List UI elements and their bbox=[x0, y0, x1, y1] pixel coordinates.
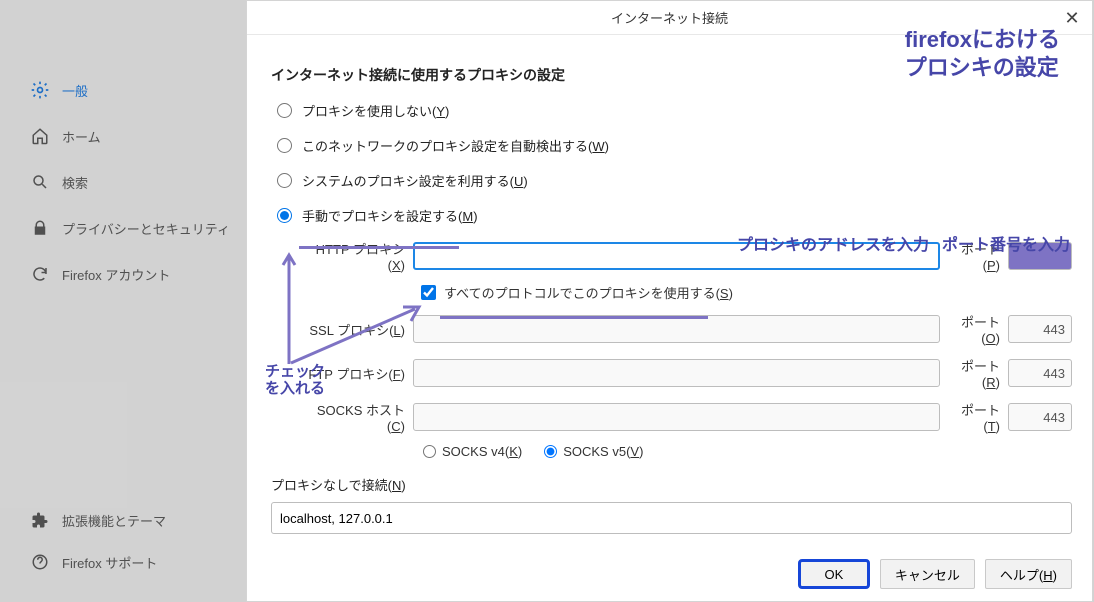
proxy-radio-group: プロキシを使用しない(Y) このネットワークのプロキシ設定を自動検出する(W) … bbox=[277, 101, 1072, 225]
lock-icon bbox=[30, 218, 50, 238]
sidebar-label: 検索 bbox=[62, 173, 88, 192]
radio-label: プロキシを使用しない(Y) bbox=[302, 101, 449, 120]
radio-system[interactable]: システムのプロキシ設定を利用する(U) bbox=[277, 171, 1072, 190]
sidebar-item-privacy[interactable]: プライバシーとセキュリティ bbox=[30, 218, 235, 238]
radio-label: 手動でプロキシを設定する(M) bbox=[302, 206, 478, 225]
http-port-input[interactable] bbox=[1008, 242, 1072, 270]
ssl-proxy-label: SSL プロキシ(L) bbox=[305, 320, 405, 339]
sidebar-item-general[interactable]: 一般 bbox=[30, 80, 235, 100]
radio-socks4[interactable]: SOCKS v4(K) bbox=[423, 444, 522, 459]
socks-host-row: SOCKS ホスト(C) ポート(T) bbox=[305, 400, 1072, 434]
ftp-proxy-row: FTP プロキシ(F) ポート(R) bbox=[305, 356, 1072, 390]
port-label: ポート(P) bbox=[948, 239, 1000, 273]
close-icon: ✕ bbox=[1064, 8, 1079, 29]
socks4-input[interactable] bbox=[423, 445, 436, 458]
sidebar-item-support[interactable]: Firefox サポート bbox=[30, 552, 235, 572]
help-button[interactable]: ヘルプ(H) bbox=[985, 559, 1072, 589]
radio-label: このネットワークのプロキシ設定を自動検出する(W) bbox=[302, 136, 609, 155]
ftp-port-input[interactable] bbox=[1008, 359, 1072, 387]
socks5-label: SOCKS v5(V) bbox=[563, 444, 643, 459]
ssl-proxy-input[interactable] bbox=[413, 315, 940, 343]
sidebar-label: 拡張機能とテーマ bbox=[62, 511, 166, 530]
dialog-titlebar: インターネット接続 ✕ bbox=[247, 1, 1092, 35]
ftp-proxy-label: FTP プロキシ(F) bbox=[305, 364, 405, 383]
radio-socks5[interactable]: SOCKS v5(V) bbox=[544, 444, 643, 459]
http-proxy-label: HTTP プロキシ(X) bbox=[305, 239, 405, 273]
dialog-title: インターネット接続 bbox=[611, 8, 728, 27]
port-label: ポート(R) bbox=[948, 356, 1000, 390]
help-icon bbox=[30, 552, 50, 572]
socks5-input[interactable] bbox=[544, 445, 557, 458]
socks-host-label: SOCKS ホスト(C) bbox=[305, 400, 405, 434]
dialog-footer: OK キャンセル ヘルプ(H) bbox=[247, 547, 1092, 601]
sidebar-item-account[interactable]: Firefox アカウント bbox=[30, 264, 235, 284]
radio-label: システムのプロキシ設定を利用する(U) bbox=[302, 171, 528, 190]
sidebar-label: ホーム bbox=[62, 127, 101, 146]
no-proxy-label: プロキシなしで接続(N) bbox=[271, 475, 1072, 494]
radio-manual[interactable]: 手動でプロキシを設定する(M) bbox=[277, 206, 1072, 225]
radio-auto-detect-input[interactable] bbox=[277, 138, 292, 153]
radio-no-proxy-input[interactable] bbox=[277, 103, 292, 118]
settings-sidebar: 一般 ホーム 検索 プライバシーとセキュリティ Firefox アカウント bbox=[0, 0, 245, 602]
sidebar-label: プライバシーとセキュリティ bbox=[62, 219, 230, 238]
share-proxy-checkbox[interactable] bbox=[421, 285, 436, 300]
manual-proxy-form: HTTP プロキシ(X) ポート(P) すべてのプロトコルでこのプロキシを使用す… bbox=[305, 239, 1072, 459]
port-label: ポート(O) bbox=[948, 312, 1000, 346]
socks4-label: SOCKS v4(K) bbox=[442, 444, 522, 459]
sidebar-label: Firefox サポート bbox=[62, 553, 157, 572]
http-proxy-row: HTTP プロキシ(X) ポート(P) bbox=[305, 239, 1072, 273]
radio-manual-input[interactable] bbox=[277, 208, 292, 223]
radio-auto-detect[interactable]: このネットワークのプロキシ設定を自動検出する(W) bbox=[277, 136, 1072, 155]
sync-icon bbox=[30, 264, 50, 284]
cancel-button[interactable]: キャンセル bbox=[880, 559, 975, 589]
home-icon bbox=[30, 126, 50, 146]
connection-settings-dialog: インターネット接続 ✕ インターネット接続に使用するプロキシの設定 プロキシを使… bbox=[246, 0, 1093, 602]
http-proxy-input[interactable] bbox=[413, 242, 940, 270]
close-button[interactable]: ✕ bbox=[1052, 1, 1092, 35]
sidebar-item-addons[interactable]: 拡張機能とテーマ bbox=[30, 510, 235, 530]
search-icon bbox=[30, 172, 50, 192]
gear-icon bbox=[30, 80, 50, 100]
puzzle-icon bbox=[30, 510, 50, 530]
section-title: インターネット接続に使用するプロキシの設定 bbox=[271, 65, 1072, 85]
socks-host-input[interactable] bbox=[413, 403, 940, 431]
radio-no-proxy[interactable]: プロキシを使用しない(Y) bbox=[277, 101, 1072, 120]
port-label: ポート(T) bbox=[948, 400, 1000, 434]
ok-button[interactable]: OK bbox=[798, 559, 870, 589]
dialog-body: インターネット接続に使用するプロキシの設定 プロキシを使用しない(Y) このネッ… bbox=[247, 35, 1092, 547]
share-proxy-row[interactable]: すべてのプロトコルでこのプロキシを使用する(S) bbox=[421, 283, 1072, 302]
sidebar-item-home[interactable]: ホーム bbox=[30, 126, 235, 146]
sidebar-label: Firefox アカウント bbox=[62, 265, 170, 284]
sidebar-item-search[interactable]: 検索 bbox=[30, 172, 235, 192]
no-proxy-input[interactable] bbox=[271, 502, 1072, 534]
socks-port-input[interactable] bbox=[1008, 403, 1072, 431]
sidebar-label: 一般 bbox=[62, 81, 88, 100]
socks-version-group: SOCKS v4(K) SOCKS v5(V) bbox=[423, 444, 1072, 459]
ssl-port-input[interactable] bbox=[1008, 315, 1072, 343]
radio-system-input[interactable] bbox=[277, 173, 292, 188]
ftp-proxy-input[interactable] bbox=[413, 359, 940, 387]
share-proxy-label: すべてのプロトコルでこのプロキシを使用する(S) bbox=[444, 283, 733, 302]
ssl-proxy-row: SSL プロキシ(L) ポート(O) bbox=[305, 312, 1072, 346]
